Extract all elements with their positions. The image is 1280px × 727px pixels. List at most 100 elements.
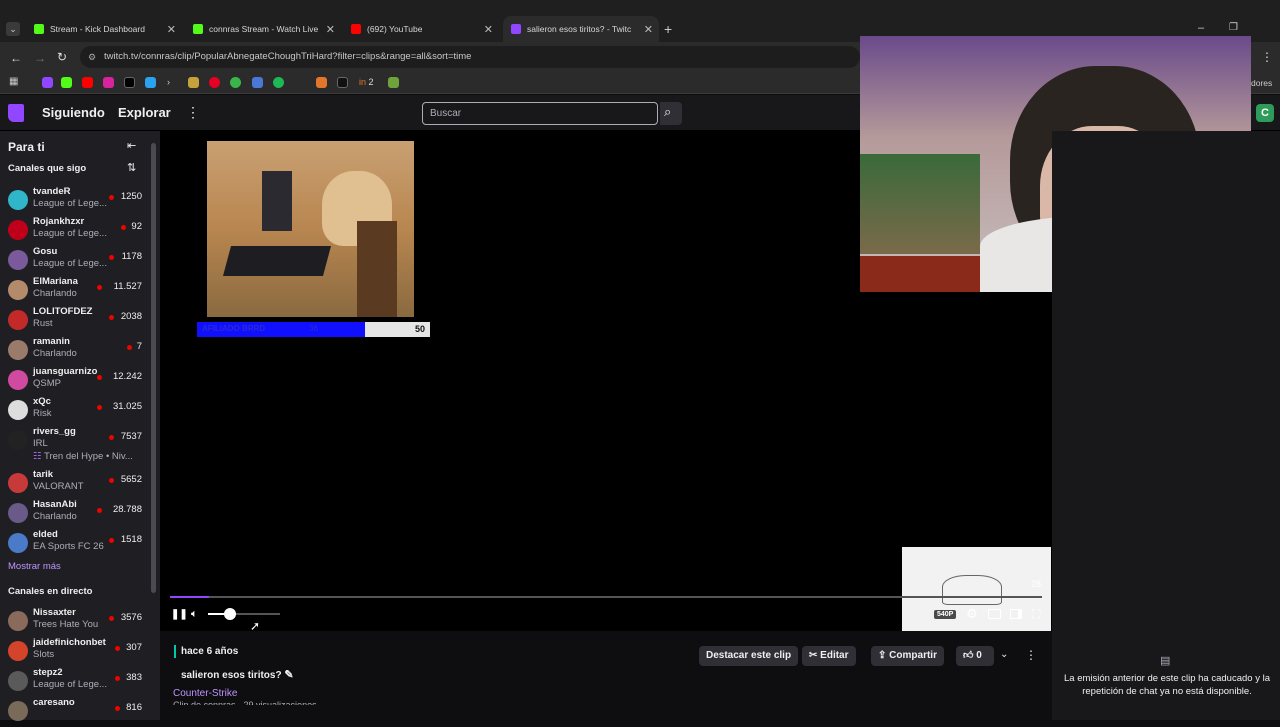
channel-game: Charlando — [33, 348, 77, 359]
bookmark-telegram-icon[interactable] — [145, 77, 156, 88]
nav-following[interactable]: Siguiendo — [42, 105, 105, 120]
bookmarks-overflow-label[interactable]: dores — [1251, 78, 1272, 88]
apps-grid-icon[interactable]: ▦ — [9, 76, 18, 87]
edit-button[interactable]: ✂ Editar — [802, 646, 856, 666]
tab-close-icon[interactable]: ✕ — [326, 23, 335, 36]
avatar — [8, 503, 28, 523]
url-field[interactable]: ⚙ twitch.tv/connras/clip/PopularAbnegateC… — [80, 46, 860, 68]
pause-icon[interactable]: ❚❚ — [171, 609, 188, 620]
bookmark-youtube-icon[interactable] — [82, 77, 93, 88]
back-icon[interactable]: ← — [10, 51, 22, 65]
sidebar-channel[interactable]: Rojankhzxr League of Lege... 92 — [0, 216, 150, 246]
extension-icon[interactable]: C — [1256, 104, 1274, 122]
bookmark-x-icon[interactable] — [124, 77, 135, 88]
nav-more-icon[interactable]: ⋮ — [186, 104, 200, 121]
sidebar-for-you-title: Para ti — [8, 140, 45, 154]
edit-pencil-icon[interactable]: ✎ — [284, 669, 293, 681]
live-dot-icon — [115, 646, 120, 651]
sidebar-channel[interactable]: elded EA Sports FC 26 1518 — [0, 529, 150, 559]
bookmark-twitch-icon[interactable] — [42, 77, 53, 88]
bookmark-spotify-icon[interactable] — [273, 77, 284, 88]
sidebar-channel[interactable]: LOLITOFDEZ Rust 2038 — [0, 306, 150, 336]
bookmark-game-icon[interactable] — [188, 77, 199, 88]
search-input[interactable]: Buscar — [422, 102, 658, 125]
search-icon: ⌕ — [664, 104, 672, 119]
volume-slider-knob[interactable] — [223, 608, 236, 620]
search-button[interactable]: ⌕ — [660, 102, 682, 125]
tab-title: Stream - Kick Dashboard — [50, 24, 145, 34]
nav-browse[interactable]: Explorar — [118, 105, 171, 120]
bookmark-recycle-icon[interactable] — [230, 77, 241, 88]
reload-icon[interactable]: ↻ — [57, 50, 67, 64]
bookmark-instagram-icon[interactable] — [103, 77, 114, 88]
feature-clip-button[interactable]: Destacar este clip — [699, 646, 799, 666]
live-channels-header: Canales en directo — [8, 586, 93, 597]
seek-bar[interactable] — [170, 596, 1042, 598]
tab-close-icon[interactable]: ✕ — [644, 23, 653, 36]
browser-tab[interactable]: Stream - Kick Dashboard ✕ — [26, 16, 182, 42]
bookmark-pinterest-icon[interactable] — [209, 77, 220, 88]
theatre-mode-icon[interactable] — [988, 609, 1001, 619]
sidebar-channel[interactable]: xQc Risk 31.025 — [0, 396, 150, 426]
bookmark-extra-icon[interactable] — [388, 77, 399, 88]
tab-close-icon[interactable]: ✕ — [484, 23, 493, 36]
sidebar-channel[interactable]: HasanAbi Charlando 28.788 — [0, 499, 150, 529]
channel-name: stepz2 — [33, 667, 63, 678]
live-dot-icon — [127, 345, 132, 350]
clip-game-link[interactable]: Counter-Strike — [173, 688, 237, 699]
sidebar-channel[interactable]: jaidefinichonbet Slots 307 — [0, 637, 150, 667]
sidebar-scrollbar[interactable] — [151, 143, 156, 593]
bookmark-tiktok-icon[interactable] — [337, 77, 348, 88]
show-more-link[interactable]: Mostrar más — [8, 561, 61, 572]
fullscreen-icon[interactable]: ⛶ — [1032, 607, 1040, 622]
like-dropdown-chevron-icon[interactable]: ⌄ — [1000, 649, 1008, 660]
chat-expired-message: La emisión anterior de este clip ha cadu… — [1064, 673, 1270, 697]
bookmark-in2-label[interactable]: in 2 — [359, 77, 374, 87]
tab-close-icon[interactable]: ✕ — [167, 23, 176, 36]
sidebar-channel[interactable]: Gosu League of Lege... 1178 — [0, 246, 150, 276]
tab-search-dropdown[interactable]: ⌄ — [6, 22, 20, 36]
bookmark-arrow-icon[interactable]: › — [167, 77, 178, 88]
bookmark-box-icon[interactable] — [252, 77, 263, 88]
live-dot-icon — [109, 255, 114, 260]
side-panel-icon[interactable] — [1010, 609, 1022, 619]
bookmark-kick-icon[interactable] — [61, 77, 72, 88]
channel-game: League of Lege... — [33, 679, 107, 690]
restore-button[interactable]: ❐ — [1229, 22, 1238, 33]
avatar — [8, 220, 28, 240]
sidebar-channel[interactable]: ElMariana Charlando 11.527 — [0, 276, 150, 306]
browser-tab[interactable]: salieron esos tiritos? - Twitc ✕ — [503, 16, 659, 42]
scissors-icon: ✂ — [809, 650, 818, 661]
bookmark-in-icon[interactable] — [316, 77, 327, 88]
twitch-logo-icon[interactable] — [8, 104, 24, 122]
volume-slider[interactable] — [208, 608, 280, 620]
sidebar-channel[interactable]: tarik VALORANT 5652 — [0, 469, 150, 499]
sidebar-channel[interactable]: tvandeR League of Lege... 1250 — [0, 186, 150, 216]
sidebar-channel[interactable]: caresano 816 — [0, 697, 150, 727]
new-tab-button[interactable]: + — [664, 21, 672, 37]
minimize-button[interactable]: – — [1198, 22, 1204, 34]
quality-badge[interactable]: 540P — [934, 610, 957, 619]
like-button[interactable]: 👍︎ 0 — [956, 646, 994, 666]
channel-game: VALORANT — [33, 481, 84, 492]
browser-menu-icon[interactable]: ⋮ — [1261, 50, 1273, 64]
sort-icon[interactable]: ⇅ — [127, 161, 136, 174]
channel-name: ElMariana — [33, 276, 78, 287]
sidebar-channel[interactable]: stepz2 League of Lege... 383 — [0, 667, 150, 697]
browser-tab[interactable]: (692) YouTube ✕ — [343, 16, 499, 42]
site-info-icon[interactable]: ⚙ — [88, 46, 96, 68]
avatar — [8, 250, 28, 270]
more-options-icon[interactable]: ⋮ — [1025, 648, 1037, 662]
sidebar-channel[interactable]: Nissaxter Trees Hate You 3576 — [0, 607, 150, 637]
forward-icon[interactable]: → — [34, 51, 46, 65]
like-count: 0 — [976, 650, 982, 661]
sidebar-channel[interactable]: ramanin Charlando 7 — [0, 336, 150, 366]
seek-bar-fill — [170, 596, 210, 598]
browser-tab[interactable]: connras Stream - Watch Live on ✕ — [185, 16, 341, 42]
sidebar-channel[interactable]: juansguarnizo QSMP 12.242 — [0, 366, 150, 396]
volume-icon[interactable]: 🔈︎ — [191, 608, 198, 621]
collapse-sidebar-icon[interactable]: ⇤ — [127, 139, 136, 152]
settings-gear-icon[interactable]: ⚙ — [966, 606, 978, 622]
share-button[interactable]: ⇪ Compartir — [871, 646, 944, 666]
viewer-count: 1518 — [120, 534, 142, 545]
